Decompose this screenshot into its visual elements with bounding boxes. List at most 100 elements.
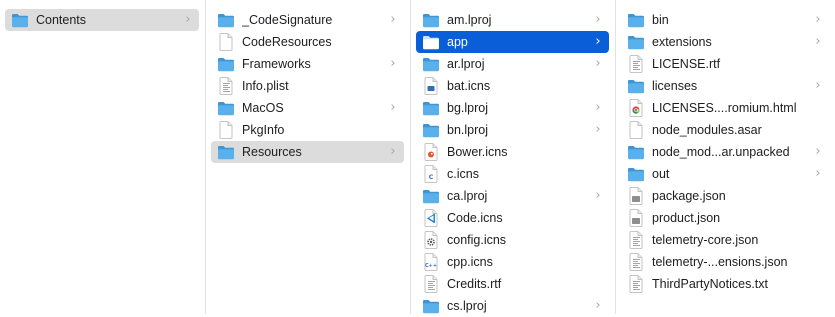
folder-item[interactable]: Contents ›: [5, 9, 199, 31]
chevron-right-icon: ›: [390, 12, 396, 27]
folder-item[interactable]: bg.lproj ›: [416, 97, 609, 119]
chevron-right-icon: ›: [815, 34, 821, 49]
item-label: ar.lproj: [447, 57, 485, 71]
folder-item[interactable]: Frameworks ›: [211, 53, 404, 75]
chevron-right-icon: ›: [595, 298, 601, 313]
item-label: ca.lproj: [447, 189, 488, 203]
chevron-right-icon: ›: [815, 78, 821, 93]
folder-item[interactable]: bn.lproj ›: [416, 119, 609, 141]
folder-item[interactable]: _CodeSignature ›: [211, 9, 404, 31]
chevron-right-icon: ›: [390, 56, 396, 71]
folder-icon: [217, 99, 235, 117]
folder-icon: [217, 143, 235, 161]
folder-icon: [422, 55, 440, 73]
bower-icns-icon: [422, 143, 440, 161]
folder-item[interactable]: node_mod...ar.unpacked ›: [621, 141, 829, 163]
text-document-icon: [627, 55, 645, 73]
chevron-right-icon: ›: [815, 12, 821, 27]
folder-item[interactable]: bin ›: [621, 9, 829, 31]
folder-icon: [627, 77, 645, 95]
item-label: MacOS: [242, 101, 284, 115]
folder-icon: [217, 55, 235, 73]
folder-item[interactable]: ar.lproj ›: [416, 53, 609, 75]
folder-icon: [627, 143, 645, 161]
file-item[interactable]: config.icns: [416, 229, 609, 251]
folder-icon: [422, 33, 440, 51]
finder-column-browser: Contents › _CodeSignature › CodeResources Fr…: [0, 0, 835, 314]
c-icns-icon: C: [422, 165, 440, 183]
config-icns-icon: [422, 231, 440, 249]
file-item[interactable]: Info.plist: [211, 75, 404, 97]
folder-item[interactable]: out ›: [621, 163, 829, 185]
chevron-right-icon: ›: [595, 56, 601, 71]
chevron-right-icon: ›: [595, 188, 601, 203]
column-2[interactable]: _CodeSignature › CodeResources Frameworks › I…: [206, 0, 411, 314]
item-label: bat.icns: [447, 79, 491, 93]
chevron-right-icon: ›: [595, 34, 601, 49]
item-label: c.icns: [447, 167, 479, 181]
folder-item[interactable]: licenses ›: [621, 75, 829, 97]
text-document-icon: [627, 253, 645, 271]
folder-icon: [217, 11, 235, 29]
item-label: LICENSE.rtf: [652, 57, 721, 71]
svg-text:C: C: [429, 173, 434, 181]
folder-icon: [422, 99, 440, 117]
text-document-icon: [627, 231, 645, 249]
file-item[interactable]: Code.icns: [416, 207, 609, 229]
file-item[interactable]: telemetry-...ensions.json: [621, 251, 829, 273]
file-item[interactable]: LICENSES....romium.html: [621, 97, 829, 119]
file-item[interactable]: C++ cpp.icns: [416, 251, 609, 273]
item-label: _CodeSignature: [242, 13, 333, 27]
file-item[interactable]: Cc.icns: [416, 163, 609, 185]
item-label: config.icns: [447, 233, 507, 247]
folder-item[interactable]: ca.lproj ›: [416, 185, 609, 207]
item-label: cpp.icns: [447, 255, 493, 269]
chevron-right-icon: ›: [595, 100, 601, 115]
folder-icon: [627, 165, 645, 183]
item-label: Contents: [36, 13, 87, 27]
file-item[interactable]: telemetry-core.json: [621, 229, 829, 251]
item-label: extensions: [652, 35, 712, 49]
item-label: Resources: [242, 145, 302, 159]
file-item[interactable]: product.json: [621, 207, 829, 229]
item-label: Info.plist: [242, 79, 289, 93]
text-document-icon: [217, 77, 235, 95]
item-label: telemetry-...ensions.json: [652, 255, 788, 269]
file-item[interactable]: node_modules.asar: [621, 119, 829, 141]
column-4[interactable]: bin › extensions › LICENSE.rtf licenses › LICEN…: [616, 0, 835, 314]
item-label: CodeResources: [242, 35, 332, 49]
item-label: Code.icns: [447, 211, 503, 225]
file-item[interactable]: ThirdPartyNotices.txt: [621, 273, 829, 295]
file-item[interactable]: bat.icns: [416, 75, 609, 97]
folder-item[interactable]: Resources ›: [211, 141, 404, 163]
chevron-right-icon: ›: [815, 166, 821, 181]
folder-icon: [422, 11, 440, 29]
folder-item[interactable]: extensions ›: [621, 31, 829, 53]
file-item[interactable]: Bower.icns: [416, 141, 609, 163]
folder-item[interactable]: app ›: [416, 31, 609, 53]
chevron-right-icon: ›: [595, 122, 601, 137]
folder-item[interactable]: MacOS ›: [211, 97, 404, 119]
column-1[interactable]: Contents ›: [0, 0, 206, 314]
cpp-icns-icon: C++: [422, 253, 440, 271]
blank-document-icon: [627, 121, 645, 139]
text-document-icon: [422, 275, 440, 293]
item-label: licenses: [652, 79, 698, 93]
chevron-right-icon: ›: [390, 100, 396, 115]
item-label: ThirdPartyNotices.txt: [652, 277, 769, 291]
item-label: app: [447, 35, 468, 49]
bat-icns-icon: [422, 77, 440, 95]
file-item[interactable]: PkgInfo: [211, 119, 404, 141]
file-item[interactable]: CodeResources: [211, 31, 404, 53]
folder-item[interactable]: am.lproj ›: [416, 9, 609, 31]
item-label: product.json: [652, 211, 721, 225]
chevron-right-icon: ›: [185, 12, 191, 27]
file-item[interactable]: Credits.rtf: [416, 273, 609, 295]
file-item[interactable]: package.json: [621, 185, 829, 207]
item-label: node_modules.asar: [652, 123, 762, 137]
item-label: bin: [652, 13, 669, 27]
item-label: LICENSES....romium.html: [652, 101, 797, 115]
folder-icon: [627, 11, 645, 29]
column-3[interactable]: am.lproj › app › ar.lproj › bat.icns bg.lproj › b…: [411, 0, 616, 314]
file-item[interactable]: LICENSE.rtf: [621, 53, 829, 75]
